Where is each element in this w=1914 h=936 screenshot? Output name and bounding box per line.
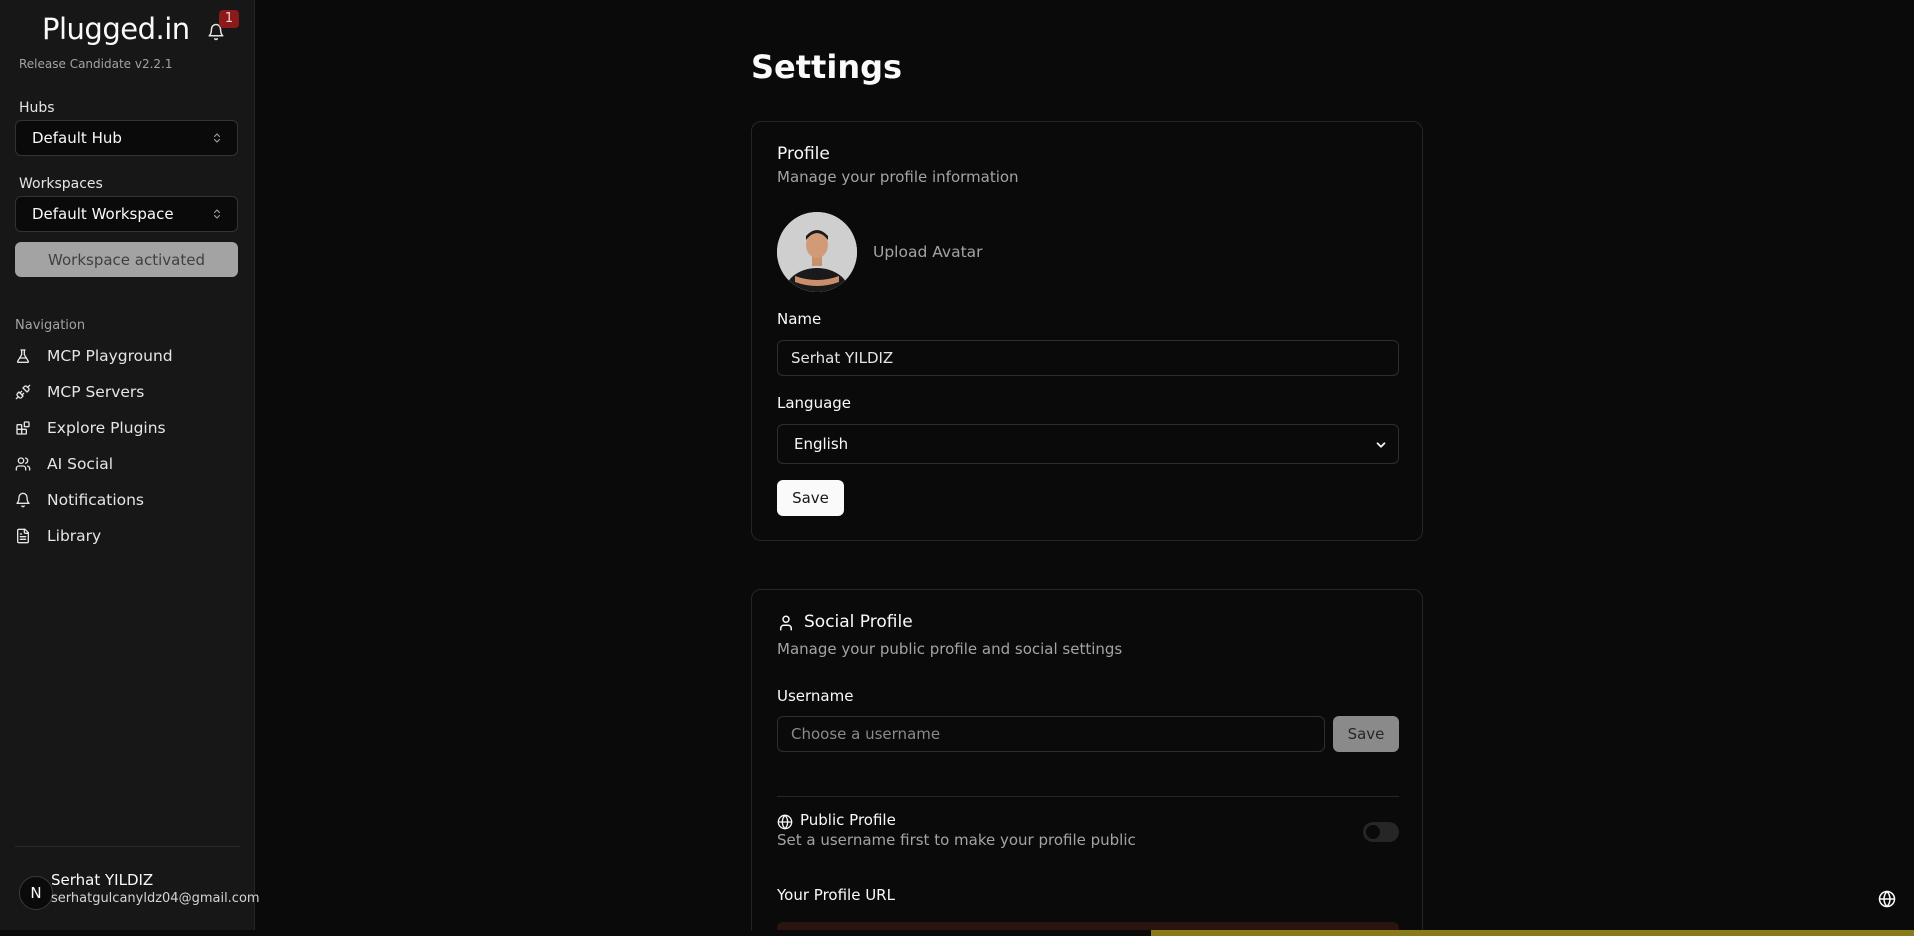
- social-card-subtitle: Manage your public profile and social se…: [777, 640, 1123, 658]
- social-card-title: Social Profile: [804, 612, 913, 632]
- profile-url-label: Your Profile URL: [777, 886, 895, 904]
- user-avatar[interactable]: N: [19, 876, 53, 910]
- username-save-button[interactable]: Save: [1333, 716, 1399, 752]
- bottom-edge: [0, 930, 1151, 936]
- profile-card-title: Profile: [777, 144, 830, 164]
- blocks-icon: [15, 420, 31, 436]
- notification-count-badge: 1: [219, 10, 239, 28]
- hub-selected-value: Default Hub: [32, 129, 122, 147]
- profile-avatar[interactable]: [777, 212, 857, 292]
- document-icon: [15, 528, 31, 544]
- profile-save-button[interactable]: Save: [777, 480, 844, 516]
- nav-item-label: MCP Playground: [47, 347, 173, 365]
- page-title: Settings: [751, 48, 903, 86]
- workspace-activated-button[interactable]: Workspace activated: [15, 242, 238, 277]
- nav-item-mcp-playground[interactable]: MCP Playground: [15, 341, 238, 371]
- toggle-knob: [1366, 825, 1380, 839]
- sidebar-divider: [15, 846, 240, 847]
- nav-item-mcp-servers[interactable]: MCP Servers: [15, 377, 238, 407]
- version-label: Release Candidate v2.2.1: [19, 57, 173, 71]
- chevron-down-icon: [1374, 438, 1388, 456]
- nav-item-label: AI Social: [47, 455, 114, 473]
- hub-selector[interactable]: Default Hub: [15, 120, 238, 156]
- users-icon: [15, 456, 31, 472]
- public-profile-title: Public Profile: [800, 811, 896, 829]
- nav-item-label: Library: [47, 527, 102, 545]
- profile-card: Profile Manage your profile information …: [751, 121, 1423, 541]
- user-icon: [777, 614, 795, 632]
- nav-item-label: Notifications: [47, 491, 145, 509]
- upload-avatar-link[interactable]: Upload Avatar: [873, 243, 983, 261]
- flask-icon: [15, 348, 31, 364]
- public-profile-toggle[interactable]: [1363, 822, 1399, 842]
- nav-item-ai-social[interactable]: AI Social: [15, 449, 238, 479]
- profile-card-subtitle: Manage your profile information: [777, 168, 1019, 186]
- language-globe-icon[interactable]: [1878, 890, 1896, 908]
- nav-item-label: Explore Plugins: [47, 419, 166, 437]
- globe-icon: [777, 814, 793, 830]
- name-label: Name: [777, 310, 822, 328]
- sidebar: Plugged.in 1 Release Candidate v2.2.1 Hu…: [0, 0, 260, 936]
- bottom-accent-bar: [1151, 930, 1914, 936]
- username-input[interactable]: Choose a username: [777, 716, 1325, 752]
- hubs-label: Hubs: [19, 100, 55, 116]
- language-selected-value: English: [794, 435, 849, 453]
- plug-icon: [15, 384, 31, 400]
- social-profile-card: Social Profile Manage your public profil…: [751, 589, 1423, 936]
- bell-icon: [15, 492, 31, 508]
- username-label: Username: [777, 687, 854, 705]
- workspace-selector[interactable]: Default Workspace: [15, 196, 238, 232]
- nav-item-explore-plugins[interactable]: Explore Plugins: [15, 413, 238, 443]
- name-input[interactable]: Serhat YILDIZ: [777, 340, 1399, 376]
- language-label: Language: [777, 394, 852, 412]
- navigation-title: Navigation: [15, 318, 86, 333]
- user-name: Serhat YILDIZ: [51, 871, 154, 889]
- workspace-selected-value: Default Workspace: [32, 205, 174, 223]
- nav-item-library[interactable]: Library: [15, 521, 238, 551]
- user-email: serhatgulcanyldz04@gmail.com: [51, 891, 260, 906]
- public-profile-subtitle: Set a username first to make your profil…: [777, 831, 1136, 849]
- chevrons-up-down-icon: [211, 131, 223, 149]
- workspaces-label: Workspaces: [19, 176, 103, 192]
- nav-item-notifications[interactable]: Notifications: [15, 485, 238, 515]
- language-select[interactable]: English: [777, 424, 1399, 464]
- app-logo[interactable]: Plugged.in: [42, 12, 190, 46]
- section-divider: [777, 796, 1399, 797]
- nav-item-label: MCP Servers: [47, 383, 145, 401]
- chevrons-up-down-icon: [211, 207, 223, 225]
